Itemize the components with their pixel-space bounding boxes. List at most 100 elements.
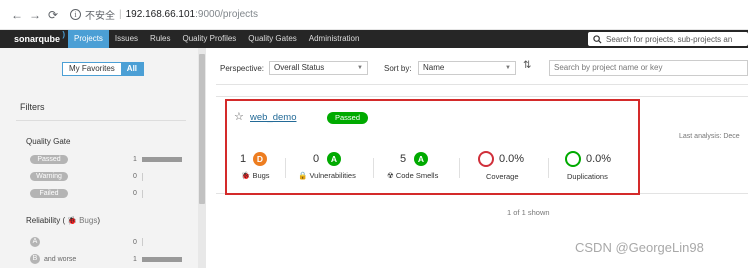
nav-projects[interactable]: Projects [68, 30, 109, 48]
filters-sidebar: My Favorites All Filters Quality Gate Pa… [0, 48, 198, 268]
coverage-ring-icon [478, 151, 494, 167]
code-smell-icon: ☢ [387, 171, 394, 180]
reliability-title-text: Reliability ( [26, 216, 66, 225]
rating-a-badge: A [30, 237, 40, 247]
project-search-placeholder: Search by project name or key [554, 63, 663, 72]
facet-row-rating-a[interactable]: A 0 [30, 237, 186, 247]
facet-count: 0 [133, 238, 137, 246]
bugs-label: 🐞 Bugs [241, 171, 270, 180]
facet-count: 0 [133, 190, 137, 197]
coverage-label: Coverage [486, 172, 519, 181]
quality-gate-badge: Passed [327, 112, 369, 124]
logo-wave-icon: ) [62, 30, 66, 39]
bugs-rating-badge[interactable]: D [253, 152, 267, 166]
sonarqube-logo[interactable]: sonarqube) [14, 30, 65, 44]
facet-count: 1 [133, 156, 137, 163]
facet-bar [142, 256, 182, 262]
bug-icon: 🐞 [241, 171, 251, 180]
sort-by-label: Sort by: [384, 64, 412, 73]
my-favorites-button[interactable]: My Favorites [63, 63, 121, 75]
nav-administration[interactable]: Administration [303, 30, 366, 48]
metric-separator [373, 158, 374, 178]
facet-bar [142, 238, 143, 246]
forward-arrow-icon[interactable]: → [26, 8, 44, 22]
sort-by-value: Name [423, 63, 445, 72]
sonarqube-navbar: sonarqube) Projects Issues Rules Quality… [0, 30, 748, 48]
global-search-placeholder: Search for projects, sub-projects an [606, 34, 733, 44]
perspective-value: Overall Status [274, 63, 325, 72]
quality-gate-facet-title: Quality Gate [26, 137, 71, 146]
url-path: :9000/projects [195, 9, 258, 20]
results-count: 1 of 1 shown [507, 208, 550, 217]
facet-count: 1 [133, 255, 137, 263]
toolbar-divider [216, 84, 748, 85]
code-smells-rating-badge[interactable]: A [414, 152, 428, 166]
nav-rules[interactable]: Rules [144, 30, 176, 48]
all-button[interactable]: All [120, 63, 144, 75]
metric-separator [459, 158, 460, 178]
duplications-label: Duplications [567, 172, 608, 181]
last-analysis-date: Last analysis: Dece [679, 133, 740, 140]
perspective-label: Perspective: [220, 64, 265, 73]
passed-pill: Passed [30, 155, 68, 164]
sort-by-select[interactable]: Name ▼ [418, 61, 516, 75]
favorites-toggle: My Favorites All [62, 62, 145, 76]
info-icon[interactable]: i [70, 9, 81, 20]
search-icon [593, 34, 602, 44]
browser-address-bar: ← → ⟳ i 不安全 | 192.168.66.101 :9000/proje… [0, 0, 748, 30]
global-search-input[interactable]: Search for projects, sub-projects an [588, 32, 748, 46]
facet-bar [142, 157, 182, 162]
bugs-value[interactable]: 1 [240, 153, 246, 165]
perspective-select[interactable]: Overall Status ▼ [269, 61, 368, 75]
url-field[interactable]: i 不安全 | 192.168.66.101 :9000/projects [70, 7, 258, 22]
bug-icon: 🐞 [67, 216, 78, 225]
sidebar-scrollbar-thumb[interactable] [199, 54, 205, 204]
facet-row-failed[interactable]: Failed 0 [30, 189, 186, 198]
lock-icon: 🔒 [298, 171, 308, 180]
facet-row-passed[interactable]: Passed 1 [30, 155, 186, 164]
warning-pill: Warning [30, 172, 68, 181]
facet-row-rating-b[interactable]: B and worse 1 [30, 254, 186, 264]
and-worse-label: and worse [44, 255, 77, 263]
vulnerabilities-rating-badge[interactable]: A [327, 152, 341, 166]
reload-icon[interactable]: ⟳ [44, 8, 62, 22]
nav-quality-gates[interactable]: Quality Gates [242, 30, 302, 48]
code-smells-label: ☢ Code Smells [387, 171, 438, 180]
url-host: 192.168.66.101 [125, 9, 196, 20]
star-icon[interactable]: ☆ [234, 110, 244, 123]
nav-quality-profiles[interactable]: Quality Profiles [177, 30, 243, 48]
back-arrow-icon[interactable]: ← [8, 8, 26, 22]
insecure-label: 不安全 [85, 11, 115, 22]
reliability-facet-title: Reliability ( 🐞 Bugs ) [26, 216, 100, 225]
code-smells-value[interactable]: 5 [400, 153, 406, 165]
bugs-label-text: Bugs [252, 171, 270, 180]
nav-issues[interactable]: Issues [109, 30, 144, 48]
vulnerabilities-label-text: Vulnerabilities [309, 171, 356, 180]
reliability-subtitle: Bugs [79, 216, 98, 225]
watermark: CSDN @GeorgeLin98 [575, 240, 704, 255]
chevron-down-icon: ▼ [505, 65, 511, 71]
url-separator: | [119, 9, 122, 20]
facet-count: 0 [133, 173, 137, 180]
project-name-link[interactable]: web_demo [250, 112, 296, 123]
rating-b-badge: B [30, 254, 40, 264]
facet-bar [142, 172, 143, 181]
project-search-input[interactable]: Search by project name or key [549, 60, 748, 76]
metric-separator [285, 158, 286, 178]
sort-direction-icon[interactable]: ⇅ [523, 60, 531, 71]
failed-pill: Failed [30, 189, 68, 198]
sidebar-divider [16, 120, 186, 121]
duplications-ring-icon [565, 151, 581, 167]
facet-row-warning[interactable]: Warning 0 [30, 172, 186, 181]
facet-bar [142, 189, 143, 198]
code-smells-label-text: Code Smells [395, 171, 439, 180]
filters-title: Filters [20, 102, 45, 112]
vulnerabilities-label: 🔒 Vulnerabilities [298, 171, 356, 180]
vulnerabilities-value[interactable]: 0 [313, 153, 319, 165]
chevron-down-icon: ▼ [357, 65, 363, 71]
coverage-value[interactable]: 0.0% [499, 153, 524, 165]
duplications-value[interactable]: 0.0% [586, 153, 611, 165]
reliability-title-end: ) [97, 216, 100, 225]
logo-text: sonarqube [14, 34, 61, 44]
metric-separator [548, 158, 549, 178]
